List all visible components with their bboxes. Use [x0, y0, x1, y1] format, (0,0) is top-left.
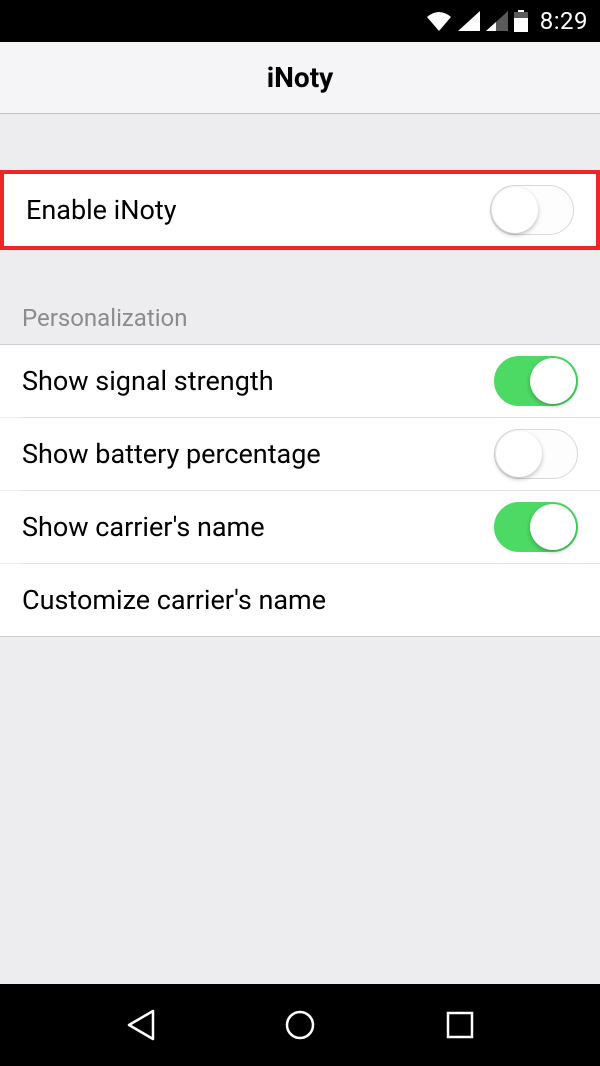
signal-icon-1 [458, 11, 480, 31]
nav-home-button[interactable] [280, 1005, 320, 1045]
customize-carrier-row[interactable]: Customize carrier's name [0, 564, 600, 636]
show-carrier-toggle[interactable] [494, 502, 578, 552]
personalization-header: Personalization [0, 250, 600, 344]
toggle-knob [530, 504, 576, 550]
enable-inoty-label: Enable iNoty [26, 194, 177, 226]
nav-recent-button[interactable] [440, 1005, 480, 1045]
toggle-knob [492, 187, 538, 233]
show-battery-toggle[interactable] [494, 429, 578, 479]
customize-carrier-label: Customize carrier's name [22, 584, 326, 616]
wifi-icon [426, 11, 452, 31]
status-bar: 8:29 [0, 0, 600, 42]
signal-icon-2 [486, 11, 508, 31]
nav-back-button[interactable] [120, 1005, 160, 1045]
toggle-knob [530, 358, 576, 404]
show-signal-toggle[interactable] [494, 356, 578, 406]
settings-content: Enable iNoty Personalization Show signal… [0, 170, 600, 637]
show-battery-row[interactable]: Show battery percentage [0, 418, 600, 490]
enable-row-highlight: Enable iNoty [0, 170, 600, 250]
show-signal-row[interactable]: Show signal strength [0, 345, 600, 417]
nav-bar [0, 984, 600, 1066]
show-signal-label: Show signal strength [22, 365, 274, 397]
toggle-knob [496, 431, 542, 477]
app-header: iNoty [0, 42, 600, 114]
app-title: iNoty [267, 61, 334, 94]
show-battery-label: Show battery percentage [22, 438, 321, 470]
personalization-group: Show signal strength Show battery percen… [0, 344, 600, 637]
show-carrier-row[interactable]: Show carrier's name [0, 491, 600, 563]
enable-inoty-toggle[interactable] [490, 185, 574, 235]
battery-icon [514, 10, 528, 32]
show-carrier-label: Show carrier's name [22, 511, 265, 543]
enable-inoty-row[interactable]: Enable iNoty [4, 174, 596, 246]
status-time: 8:29 [540, 7, 588, 35]
